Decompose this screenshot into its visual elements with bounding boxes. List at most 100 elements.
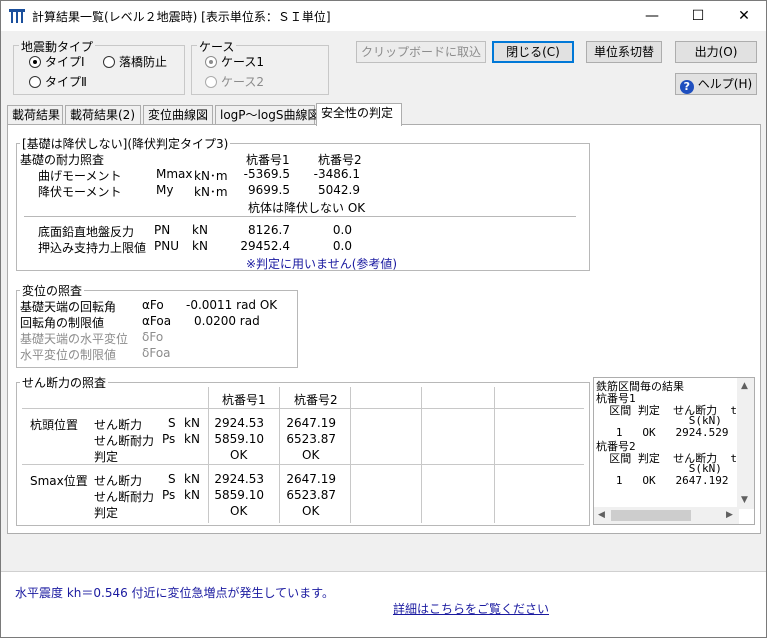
horizontal-scrollbar[interactable]: ◀ ▶ — [594, 507, 739, 524]
help-icon: ? — [679, 80, 694, 94]
foundation-row2-label: 底面鉛直地盤反力 — [38, 225, 135, 239]
foundation-row-unit: kN･m — [194, 169, 228, 183]
foundation-row2-unit: kN — [192, 239, 208, 253]
status-area: 水平震度 kh＝0.546 付近に変位急増点が発生しています。 詳細はこちらをご… — [1, 571, 766, 637]
shear-row-v2: 6523.87 — [286, 432, 336, 446]
shear-row-label: せん断力 — [94, 418, 143, 432]
tab-load-results[interactable]: 載荷結果 — [7, 105, 63, 125]
status-message: 水平震度 kh＝0.546 付近に変位急増点が発生しています。 — [15, 586, 334, 600]
foundation-row-v1: -5369.5 — [243, 167, 290, 181]
shear-row-label: せん断耐力 — [94, 434, 155, 448]
shear-row-unit: kN — [184, 488, 200, 502]
help-button[interactable]: ? ヘルプ(H) — [675, 73, 757, 95]
help-label: ヘルプ(H) — [697, 77, 753, 91]
shear-title: せん断力の照査 — [20, 374, 109, 391]
list-line: 1 OK 2647.192 — [596, 474, 729, 487]
displacement-label: 回転角の制限値 — [20, 316, 105, 330]
shear-row-label: せん断耐力 — [94, 490, 155, 504]
tab-logp-logs[interactable]: logP～logS曲線図 — [215, 105, 319, 125]
foundation-col2: 杭番号2 — [318, 153, 362, 167]
radio-case1[interactable]: ケース1 — [205, 53, 264, 70]
tab-load-results-2[interactable]: 載荷結果(2) — [65, 105, 141, 125]
foundation-row-sym: My — [156, 183, 174, 197]
radio-circle — [205, 76, 217, 88]
radio-case2[interactable]: ケース2 — [205, 73, 264, 90]
foundation-row2-unit: kN — [192, 223, 208, 237]
unit-switch-button[interactable]: 単位系切替 — [586, 41, 662, 63]
shear-row-v1: OK — [230, 448, 248, 462]
displacement-label: 水平変位の制限値 — [20, 348, 117, 362]
pile-judgement: 杭体は降伏しない OK — [248, 201, 366, 215]
shear-row-sym: Ps — [162, 488, 176, 502]
clipboard-button[interactable]: クリップボードに取込 — [356, 41, 486, 63]
close-button[interactable]: 閉じる(C) — [492, 41, 574, 63]
shear-row-v1: 2924.53 — [214, 472, 264, 486]
maximize-icon[interactable]: ☐ — [675, 1, 721, 31]
displacement-sym: αFo — [142, 298, 164, 312]
shear-row-v1: 5859.10 — [214, 488, 264, 502]
foundation-col1: 杭番号1 — [246, 153, 290, 167]
window-title: 計算結果一覧(レベル２地震時) [表示単位系：ＳＩ単位] — [32, 10, 331, 24]
displacement-title: 変位の照査 — [20, 282, 85, 299]
scroll-right-icon[interactable]: ▶ — [726, 510, 733, 520]
shear-row-v2: OK — [302, 504, 320, 518]
shear-col2: 杭番号2 — [294, 393, 338, 407]
foundation-row-label: 降伏モーメント — [38, 185, 122, 199]
radio-type2-label: タイプⅡ — [45, 75, 87, 89]
app-icon — [9, 9, 25, 23]
shear-row-sym: Ps — [162, 432, 176, 446]
title-bar: 計算結果一覧(レベル２地震時) [表示単位系：ＳＩ単位] — ☐ ✕ — [1, 1, 766, 31]
vertical-scrollbar[interactable]: ▲ ▼ — [737, 378, 754, 509]
shear-row-label: 判定 — [94, 506, 119, 520]
scroll-left-icon[interactable]: ◀ — [598, 510, 605, 520]
rebar-result-list[interactable]: 鉄筋区間毎の結果 杭番号1 区間 判定 せん断力 t S(kN) 1 OK 29… — [593, 377, 755, 525]
shear-row-v2: 2647.19 — [286, 472, 336, 486]
result-window: 計算結果一覧(レベル２地震時) [表示単位系：ＳＩ単位] — ☐ ✕ 地震動タイ… — [0, 0, 767, 638]
displacement-label: 基礎天端の水平変位 — [20, 332, 129, 346]
displacement-sym: αFoa — [142, 314, 172, 328]
radio-circle-checked — [205, 56, 217, 68]
displacement-value: 0.0200 rad — [194, 314, 260, 328]
foundation-row-v2: 5042.9 — [318, 183, 360, 197]
foundation-title: [基礎は降伏しない](降伏判定タイプ3) — [20, 135, 231, 152]
scroll-down-icon[interactable]: ▼ — [741, 495, 748, 505]
radio-bridge-fall-label: 落橋防止 — [119, 55, 168, 69]
radio-case2-label: ケース2 — [221, 75, 265, 89]
tab-safety-judgement[interactable]: 安全性の判定 — [316, 103, 402, 126]
details-link[interactable]: 詳細はこちらをご覧ください — [393, 600, 549, 617]
scroll-thumb[interactable] — [611, 510, 691, 521]
scroll-up-icon[interactable]: ▲ — [741, 381, 748, 391]
radio-circle-checked — [29, 56, 41, 68]
divider — [22, 408, 584, 409]
displacement-sym: δFoa — [142, 346, 171, 360]
radio-circle — [103, 56, 115, 68]
output-button[interactable]: 出力(O) — [675, 41, 757, 63]
divider — [24, 216, 576, 217]
foundation-row2-v1: 29452.4 — [240, 239, 290, 253]
radio-type2[interactable]: タイプⅡ — [29, 73, 87, 90]
radio-circle — [29, 76, 41, 88]
radio-bridge-fall-prevention[interactable]: 落橋防止 — [103, 53, 167, 70]
displacement-sym: δFo — [142, 330, 164, 344]
foundation-row2-label: 押込み支持力上限値 — [38, 241, 147, 255]
shear-row-sym: S — [168, 416, 176, 430]
foundation-row-v1: 9699.5 — [248, 183, 290, 197]
reference-note: ※判定に用いません(参考値) — [246, 257, 398, 271]
radio-case1-label: ケース1 — [221, 55, 265, 69]
shear-row-v1: OK — [230, 504, 248, 518]
foundation-row2-v1: 8126.7 — [248, 223, 290, 237]
shear-row-v2: 6523.87 — [286, 488, 336, 502]
close-icon[interactable]: ✕ — [721, 1, 767, 31]
shear-position: 杭頭位置 — [30, 418, 79, 432]
shear-row-sym: S — [168, 472, 176, 486]
shear-row-label: せん断力 — [94, 474, 143, 488]
minimize-icon[interactable]: — — [629, 1, 675, 31]
radio-type1[interactable]: タイプⅠ — [29, 53, 85, 70]
displacement-value: -0.0011 rad OK — [186, 298, 278, 312]
shear-col1: 杭番号1 — [222, 393, 266, 407]
foundation-row2-sym: PN — [154, 223, 171, 237]
tab-displacement-curve[interactable]: 変位曲線図 — [143, 105, 213, 125]
shear-row-label: 判定 — [94, 450, 119, 464]
displacement-label: 基礎天端の回転角 — [20, 300, 117, 314]
foundation-row2-sym: PNU — [154, 239, 179, 253]
